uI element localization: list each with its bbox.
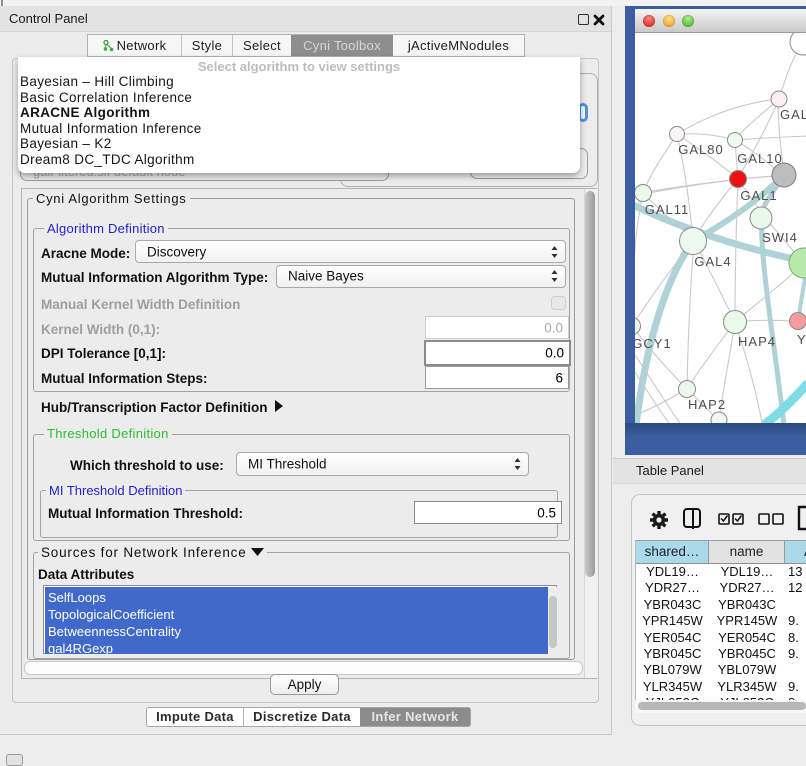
svg-text:GAL11: GAL11 <box>645 202 690 217</box>
svg-text:GAL80: GAL80 <box>678 142 723 157</box>
svg-text:SWI4: SWI4 <box>762 230 798 245</box>
svg-text:YEL: YEL <box>797 332 806 347</box>
svg-text:GAL1: GAL1 <box>740 188 777 203</box>
svg-text:GCY1: GCY1 <box>635 336 672 351</box>
svg-text:HAP2: HAP2 <box>688 397 726 412</box>
svg-text:GAL4: GAL4 <box>694 254 731 269</box>
svg-text:GAL10: GAL10 <box>737 151 782 166</box>
svg-text:HAP4: HAP4 <box>738 334 776 349</box>
svg-text:GAL7: GAL7 <box>780 107 806 122</box>
